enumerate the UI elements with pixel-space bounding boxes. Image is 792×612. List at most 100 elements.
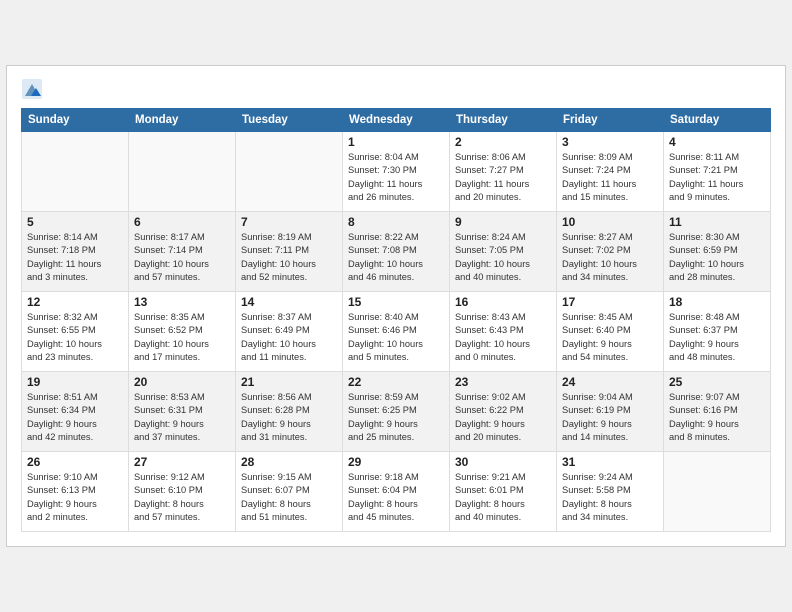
day-info: Sunrise: 9:10 AMSunset: 6:13 PMDaylight:… bbox=[27, 471, 123, 525]
calendar-day-cell: 30Sunrise: 9:21 AMSunset: 6:01 PMDayligh… bbox=[450, 452, 557, 532]
day-number: 4 bbox=[669, 135, 765, 149]
day-info: Sunrise: 8:40 AMSunset: 6:46 PMDaylight:… bbox=[348, 311, 444, 365]
day-info: Sunrise: 8:11 AMSunset: 7:21 PMDaylight:… bbox=[669, 151, 765, 205]
calendar-day-cell: 7 Sunrise: 8:19 AMSunset: 7:11 PMDaylight… bbox=[236, 212, 343, 292]
day-number: 22 bbox=[348, 375, 444, 389]
day-number: 20 bbox=[134, 375, 230, 389]
day-info: Sunrise: 8:17 AMSunset: 7:14 PMDaylight:… bbox=[134, 231, 230, 285]
day-number: 13 bbox=[134, 295, 230, 309]
day-info: Sunrise: 8:45 AMSunset: 6:40 PMDaylight:… bbox=[562, 311, 658, 365]
calendar-day-cell: 24 Sunrise: 9:04 AMSunset: 6:19 PMDayligh… bbox=[557, 372, 664, 452]
day-info: Sunrise: 8:24 AMSunset: 7:05 PMDaylight:… bbox=[455, 231, 551, 285]
calendar-day-cell: 25Sunrise: 9:07 AMSunset: 6:16 PMDayligh… bbox=[664, 372, 771, 452]
day-info: Sunrise: 8:59 AMSunset: 6:25 PMDaylight:… bbox=[348, 391, 444, 445]
day-info: Sunrise: 8:48 AMSunset: 6:37 PMDaylight:… bbox=[669, 311, 765, 365]
day-number: 6 bbox=[134, 215, 230, 229]
weekday-header-saturday: Saturday bbox=[664, 109, 771, 132]
calendar-day-cell: 20 Sunrise: 8:53 AMSunset: 6:31 PMDayligh… bbox=[129, 372, 236, 452]
logo bbox=[21, 78, 47, 100]
calendar-week-row: 26 Sunrise: 9:10 AMSunset: 6:13 PMDayligh… bbox=[22, 452, 771, 532]
weekday-header-wednesday: Wednesday bbox=[343, 109, 450, 132]
weekday-header-monday: Monday bbox=[129, 109, 236, 132]
calendar-day-cell bbox=[664, 452, 771, 532]
day-info: Sunrise: 9:15 AMSunset: 6:07 PMDaylight:… bbox=[241, 471, 337, 525]
day-number: 16 bbox=[455, 295, 551, 309]
calendar-day-cell: 2Sunrise: 8:06 AMSunset: 7:27 PMDaylight… bbox=[450, 132, 557, 212]
calendar-day-cell: 27 Sunrise: 9:12 AMSunset: 6:10 PMDayligh… bbox=[129, 452, 236, 532]
day-number: 27 bbox=[134, 455, 230, 469]
calendar-day-cell: 10 Sunrise: 8:27 AMSunset: 7:02 PMDayligh… bbox=[557, 212, 664, 292]
calendar-week-row: 19 Sunrise: 8:51 AMSunset: 6:34 PMDayligh… bbox=[22, 372, 771, 452]
calendar-day-cell: 22 Sunrise: 8:59 AMSunset: 6:25 PMDayligh… bbox=[343, 372, 450, 452]
calendar-day-cell: 4 Sunrise: 8:11 AMSunset: 7:21 PMDaylight… bbox=[664, 132, 771, 212]
calendar-day-cell: 6 Sunrise: 8:17 AMSunset: 7:14 PMDaylight… bbox=[129, 212, 236, 292]
day-number: 3 bbox=[562, 135, 658, 149]
calendar-day-cell: 18 Sunrise: 8:48 AMSunset: 6:37 PMDayligh… bbox=[664, 292, 771, 372]
day-number: 26 bbox=[27, 455, 123, 469]
day-number: 5 bbox=[27, 215, 123, 229]
calendar-day-cell: 23 Sunrise: 9:02 AMSunset: 6:22 PMDayligh… bbox=[450, 372, 557, 452]
day-info: Sunrise: 9:24 AMSunset: 5:58 PMDaylight:… bbox=[562, 471, 658, 525]
calendar-day-cell: 17 Sunrise: 8:45 AMSunset: 6:40 PMDayligh… bbox=[557, 292, 664, 372]
day-info: Sunrise: 9:02 AMSunset: 6:22 PMDaylight:… bbox=[455, 391, 551, 445]
day-info: Sunrise: 8:32 AMSunset: 6:55 PMDaylight:… bbox=[27, 311, 123, 365]
day-number: 24 bbox=[562, 375, 658, 389]
day-info: Sunrise: 8:27 AMSunset: 7:02 PMDaylight:… bbox=[562, 231, 658, 285]
calendar-day-cell: 3 Sunrise: 8:09 AMSunset: 7:24 PMDaylight… bbox=[557, 132, 664, 212]
weekday-header-sunday: Sunday bbox=[22, 109, 129, 132]
day-number: 14 bbox=[241, 295, 337, 309]
day-number: 9 bbox=[455, 215, 551, 229]
weekday-header-friday: Friday bbox=[557, 109, 664, 132]
header-section bbox=[21, 78, 771, 100]
logo-icon bbox=[21, 78, 43, 100]
day-info: Sunrise: 9:04 AMSunset: 6:19 PMDaylight:… bbox=[562, 391, 658, 445]
calendar-grid: SundayMondayTuesdayWednesdayThursdayFrid… bbox=[21, 108, 771, 532]
day-number: 1 bbox=[348, 135, 444, 149]
calendar-day-cell bbox=[22, 132, 129, 212]
day-number: 10 bbox=[562, 215, 658, 229]
calendar-day-cell: 14Sunrise: 8:37 AMSunset: 6:49 PMDayligh… bbox=[236, 292, 343, 372]
calendar-day-cell: 19 Sunrise: 8:51 AMSunset: 6:34 PMDayligh… bbox=[22, 372, 129, 452]
day-info: Sunrise: 9:21 AMSunset: 6:01 PMDaylight:… bbox=[455, 471, 551, 525]
calendar-day-cell: 5 Sunrise: 8:14 AMSunset: 7:18 PMDaylight… bbox=[22, 212, 129, 292]
calendar-day-cell: 31 Sunrise: 9:24 AMSunset: 5:58 PMDayligh… bbox=[557, 452, 664, 532]
calendar-week-row: 5 Sunrise: 8:14 AMSunset: 7:18 PMDaylight… bbox=[22, 212, 771, 292]
day-number: 8 bbox=[348, 215, 444, 229]
weekday-header-thursday: Thursday bbox=[450, 109, 557, 132]
calendar-day-cell: 21Sunrise: 8:56 AMSunset: 6:28 PMDayligh… bbox=[236, 372, 343, 452]
day-number: 12 bbox=[27, 295, 123, 309]
calendar-day-cell: 1 Sunrise: 8:04 AMSunset: 7:30 PMDaylight… bbox=[343, 132, 450, 212]
day-info: Sunrise: 8:51 AMSunset: 6:34 PMDaylight:… bbox=[27, 391, 123, 445]
day-info: Sunrise: 8:53 AMSunset: 6:31 PMDaylight:… bbox=[134, 391, 230, 445]
day-info: Sunrise: 8:22 AMSunset: 7:08 PMDaylight:… bbox=[348, 231, 444, 285]
day-info: Sunrise: 8:43 AMSunset: 6:43 PMDaylight:… bbox=[455, 311, 551, 365]
day-number: 19 bbox=[27, 375, 123, 389]
day-info: Sunrise: 8:14 AMSunset: 7:18 PMDaylight:… bbox=[27, 231, 123, 285]
day-number: 17 bbox=[562, 295, 658, 309]
day-number: 25 bbox=[669, 375, 765, 389]
day-info: Sunrise: 8:06 AMSunset: 7:27 PMDaylight:… bbox=[455, 151, 551, 205]
day-info: Sunrise: 8:19 AMSunset: 7:11 PMDaylight:… bbox=[241, 231, 337, 285]
calendar-day-cell: 8 Sunrise: 8:22 AMSunset: 7:08 PMDaylight… bbox=[343, 212, 450, 292]
calendar-day-cell: 15 Sunrise: 8:40 AMSunset: 6:46 PMDayligh… bbox=[343, 292, 450, 372]
calendar-day-cell bbox=[236, 132, 343, 212]
day-info: Sunrise: 8:09 AMSunset: 7:24 PMDaylight:… bbox=[562, 151, 658, 205]
weekday-header-row: SundayMondayTuesdayWednesdayThursdayFrid… bbox=[22, 109, 771, 132]
day-number: 18 bbox=[669, 295, 765, 309]
day-number: 31 bbox=[562, 455, 658, 469]
calendar-week-row: 1 Sunrise: 8:04 AMSunset: 7:30 PMDaylight… bbox=[22, 132, 771, 212]
weekday-header-tuesday: Tuesday bbox=[236, 109, 343, 132]
day-number: 15 bbox=[348, 295, 444, 309]
day-info: Sunrise: 9:12 AMSunset: 6:10 PMDaylight:… bbox=[134, 471, 230, 525]
day-info: Sunrise: 8:04 AMSunset: 7:30 PMDaylight:… bbox=[348, 151, 444, 205]
day-number: 7 bbox=[241, 215, 337, 229]
calendar-day-cell bbox=[129, 132, 236, 212]
calendar-day-cell: 16 Sunrise: 8:43 AMSunset: 6:43 PMDayligh… bbox=[450, 292, 557, 372]
calendar-container: SundayMondayTuesdayWednesdayThursdayFrid… bbox=[6, 65, 786, 547]
calendar-week-row: 12 Sunrise: 8:32 AMSunset: 6:55 PMDayligh… bbox=[22, 292, 771, 372]
day-number: 23 bbox=[455, 375, 551, 389]
calendar-day-cell: 9 Sunrise: 8:24 AMSunset: 7:05 PMDaylight… bbox=[450, 212, 557, 292]
day-number: 11 bbox=[669, 215, 765, 229]
day-info: Sunrise: 8:56 AMSunset: 6:28 PMDaylight:… bbox=[241, 391, 337, 445]
calendar-day-cell: 26 Sunrise: 9:10 AMSunset: 6:13 PMDayligh… bbox=[22, 452, 129, 532]
